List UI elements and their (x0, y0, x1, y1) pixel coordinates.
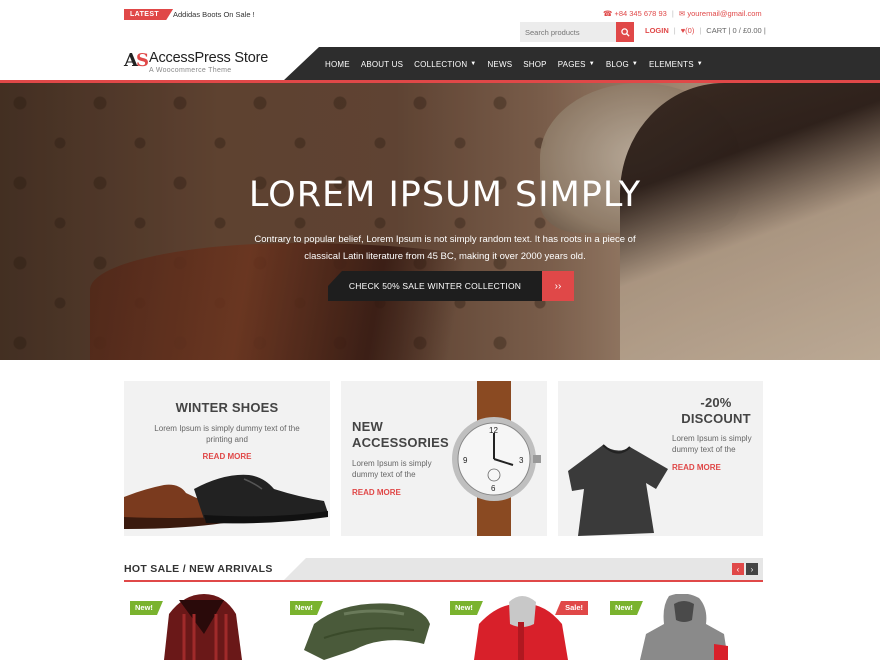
hero-cta-button[interactable]: CHECK 50% SALE WINTER COLLECTION ›› (328, 271, 574, 301)
caret-down-icon: ▼ (588, 61, 595, 67)
nav-item-home[interactable]: HOME (325, 60, 350, 69)
search-button[interactable] (616, 22, 634, 42)
svg-text:3: 3 (519, 456, 524, 465)
latest-badge: LATEST (124, 9, 174, 20)
news-ticker[interactable]: Addidas Boots On Sale ! (173, 10, 255, 19)
nav-item-collection[interactable]: COLLECTION ▼ (414, 60, 476, 69)
phone-number: +84 345 678 93 (614, 9, 667, 18)
promo-title: NEW ACCESSORIES (352, 419, 449, 450)
hero-slider: LOREM IPSUM SIMPLY Contrary to popular b… (0, 83, 880, 360)
promo-title: WINTER SHOES (175, 400, 279, 415)
carousel-next-button[interactable]: › (746, 563, 758, 575)
promo-card-discount[interactable]: -20% DISCOUNT Lorem Ipsum is simply dumm… (558, 381, 763, 536)
nav-item-shop[interactable]: SHOP (523, 60, 546, 69)
section-header: HOT SALE / NEW ARRIVALS (124, 558, 763, 580)
hero-cta-label: CHECK 50% SALE WINTER COLLECTION (328, 271, 542, 301)
chevron-left-icon: ‹ (736, 564, 740, 574)
shoes-image (124, 474, 328, 529)
hero-text: Contrary to popular belief, Lorem Ipsum … (254, 234, 636, 262)
product-card[interactable]: New! Sale! (444, 594, 594, 660)
promo-text: Lorem Ipsum is simply dummy text of the (672, 434, 752, 454)
site-logo[interactable]: AS AccessPress Store A Woocommerce Theme (124, 48, 294, 80)
read-more-link[interactable]: READ MORE (124, 452, 330, 461)
chevron-right-icon: › (750, 564, 754, 574)
read-more-link[interactable]: READ MORE (672, 463, 721, 472)
read-more-link[interactable]: READ MORE (352, 488, 401, 497)
login-link[interactable]: LOGIN (645, 26, 669, 35)
caret-down-icon: ▼ (696, 61, 703, 67)
promo-title: -20% DISCOUNT (681, 395, 751, 426)
promo-text: Lorem Ipsum is simply dummy text of the … (154, 424, 300, 444)
main-nav: HOME ABOUT US COLLECTION ▼ NEWS SHOP PAGE… (325, 47, 714, 81)
nav-item-blog[interactable]: BLOG ▼ (606, 60, 638, 69)
logo-mark: AS (124, 50, 149, 71)
search-icon (620, 27, 630, 37)
promo-text: Lorem Ipsum is simply dummy text of the (352, 459, 432, 479)
carousel-prev-button[interactable]: ‹ (732, 563, 744, 575)
email-icon: ✉ (678, 9, 686, 18)
nav-item-elements[interactable]: ELEMENTS ▼ (649, 60, 703, 69)
svg-text:9: 9 (463, 456, 468, 465)
hero-title: LOREM IPSUM SIMPLY (248, 175, 642, 215)
logo-title: AccessPress Store (149, 50, 269, 66)
promo-card-new-accessories[interactable]: NEW ACCESSORIES Lorem Ipsum is simply du… (341, 381, 547, 536)
user-links: LOGIN | ♥(0) | CART | 0 / £0.00 | (645, 26, 766, 35)
product-card[interactable]: New! (284, 594, 434, 660)
double-chevron-right-icon: ›› (542, 271, 574, 301)
logo-tagline: A Woocommerce Theme (149, 67, 232, 74)
nav-item-pages[interactable]: PAGES ▼ (558, 60, 595, 69)
promo-card-winter-shoes[interactable]: WINTER SHOES Lorem Ipsum is simply dummy… (124, 381, 330, 536)
section-divider (124, 580, 763, 582)
svg-text:12: 12 (489, 426, 498, 435)
wishlist-count: (0) (685, 26, 695, 35)
watch-image: 12 3 6 9 (452, 381, 541, 536)
wishlist-link[interactable]: ♥(0) (681, 26, 695, 35)
search-form (520, 22, 634, 42)
caret-down-icon: ▼ (631, 61, 639, 67)
tshirt-image (568, 444, 668, 536)
product-card[interactable]: New! (124, 594, 274, 660)
top-bar: LATEST Addidas Boots On Sale ! ☎ +84 345… (0, 0, 880, 48)
email-link[interactable]: youremail@gmail.com (687, 9, 761, 18)
nav-item-about-us[interactable]: ABOUT US (361, 60, 403, 69)
section-title: HOT SALE / NEW ARRIVALS (124, 563, 273, 575)
search-input[interactable] (520, 22, 616, 42)
svg-text:6: 6 (491, 484, 496, 493)
cart-link[interactable]: CART | 0 / £0.00 | (706, 26, 765, 35)
nav-item-news[interactable]: NEWS (487, 60, 512, 69)
caret-down-icon: ▼ (470, 61, 477, 67)
product-card[interactable]: New! (604, 594, 754, 660)
contact-info: ☎ +84 345 678 93 | ✉ youremail@gmail.com (603, 9, 762, 18)
phone-icon: ☎ (603, 9, 613, 18)
